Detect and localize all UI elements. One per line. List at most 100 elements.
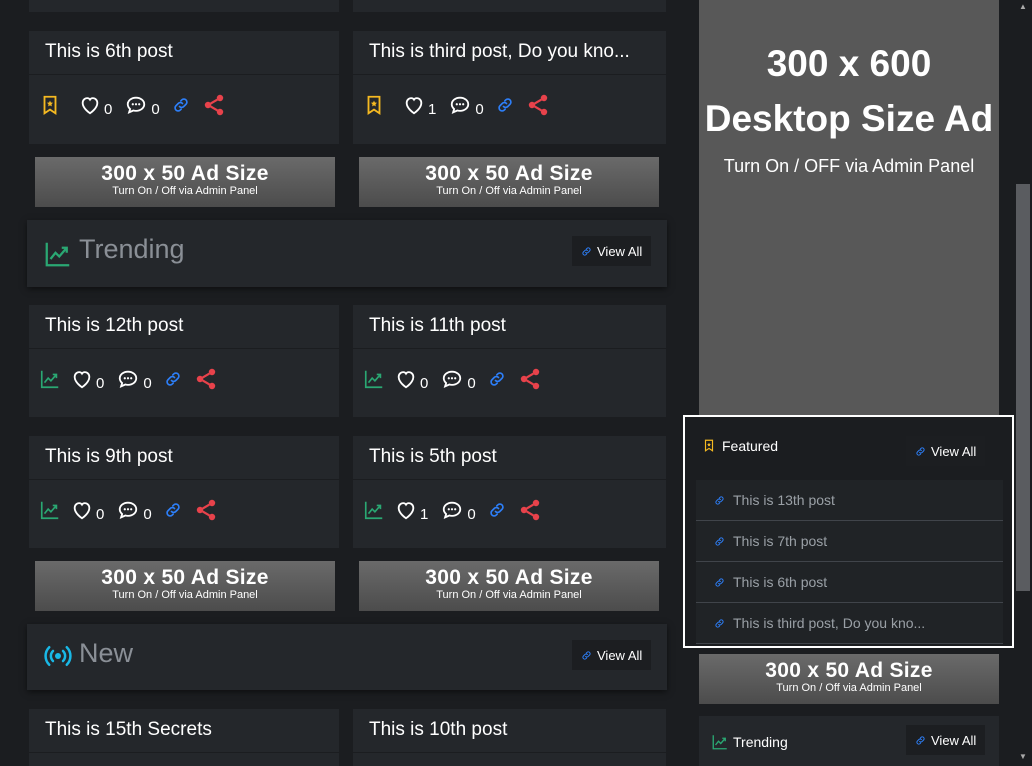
post-card[interactable]: This is third post, Do you kno... 1 0: [353, 31, 666, 144]
comment-icon: [124, 94, 148, 116]
share-button[interactable]: [194, 498, 218, 522]
post-title[interactable]: This is 15th Secrets: [45, 719, 212, 741]
sidebar-trending-title: Trending: [733, 734, 788, 750]
view-all-button[interactable]: View All: [572, 640, 652, 670]
link-icon: [714, 618, 725, 629]
ad-banner-300x50[interactable]: 300 x 50 Ad Size Turn On / Off via Admin…: [699, 654, 999, 704]
like-count: 0: [104, 101, 113, 118]
post-card[interactable]: This is 15th Secrets: [29, 709, 339, 766]
comment-button[interactable]: 0: [116, 499, 152, 523]
post-card[interactable]: This is 11th post 0 0: [353, 305, 666, 417]
heart-icon: [71, 368, 93, 390]
featured-item[interactable]: This is 13th post: [696, 480, 1003, 521]
heart-icon: [71, 499, 93, 521]
scroll-down-arrow-icon[interactable]: ▼: [1019, 752, 1027, 761]
view-all-label: View All: [931, 443, 977, 459]
featured-title: Featured: [722, 437, 779, 454]
post-title[interactable]: This is 6th post: [45, 41, 173, 63]
ad-title: 300 x 50 Ad Size: [101, 566, 269, 589]
like-button[interactable]: 1: [403, 94, 437, 118]
link-icon: [915, 446, 926, 457]
comment-button[interactable]: 0: [124, 94, 160, 118]
post-card[interactable]: This is 9th post 0 0: [29, 436, 339, 548]
bookmark-star-icon: [702, 437, 716, 454]
copy-link-button[interactable]: [496, 96, 514, 114]
share-button[interactable]: [194, 367, 218, 391]
like-button[interactable]: 0: [79, 94, 113, 118]
like-count: 1: [420, 506, 429, 523]
post-title[interactable]: This is 5th post: [369, 446, 497, 468]
share-button[interactable]: [202, 93, 226, 117]
like-count: 0: [420, 375, 429, 392]
featured-item-label: This is 6th post: [733, 574, 828, 590]
post-title[interactable]: This is third post, Do you kno...: [369, 41, 630, 63]
ad-banner-300x50[interactable]: 300 x 50 Ad Size Turn On / Off via Admin…: [35, 157, 335, 207]
trending-icon: [363, 368, 385, 390]
featured-item[interactable]: This is 7th post: [696, 521, 1003, 562]
post-title[interactable]: This is 11th post: [369, 315, 506, 337]
comment-count: 0: [143, 506, 152, 523]
post-card-stub: [29, 0, 339, 12]
scroll-up-arrow-icon[interactable]: ▲: [1019, 2, 1027, 11]
view-all-label: View All: [597, 647, 643, 663]
share-icon: [194, 367, 218, 391]
trending-icon: [363, 499, 385, 521]
featured-item[interactable]: This is 6th post: [696, 562, 1003, 603]
copy-link-button[interactable]: [164, 370, 182, 388]
comment-count: 0: [475, 101, 484, 118]
ad-banner-300x50[interactable]: 300 x 50 Ad Size Turn On / Off via Admin…: [35, 561, 335, 611]
heart-icon: [79, 94, 101, 116]
comment-count: 0: [467, 506, 476, 523]
post-card[interactable]: This is 5th post 1 0: [353, 436, 666, 548]
share-icon: [202, 93, 226, 117]
post-title[interactable]: This is 12th post: [45, 315, 183, 337]
share-button[interactable]: [526, 93, 550, 117]
post-card[interactable]: This is 12th post 0 0: [29, 305, 339, 417]
featured-item[interactable]: This is third post, Do you kno...: [696, 603, 1003, 644]
view-all-button[interactable]: View All: [572, 236, 652, 266]
comment-button[interactable]: 0: [440, 368, 476, 392]
trending-icon: [39, 368, 61, 390]
trending-section-header: Trending View All: [27, 220, 667, 287]
view-all-button[interactable]: View All: [906, 725, 986, 755]
ad-banner-300x50[interactable]: 300 x 50 Ad Size Turn On / Off via Admin…: [359, 157, 659, 207]
ad-title: 300 x 50 Ad Size: [765, 659, 933, 682]
like-button[interactable]: 0: [71, 368, 105, 392]
scroll-thumb[interactable]: [1016, 184, 1030, 591]
page-scrollbar[interactable]: ▲ ▼: [1014, 0, 1032, 766]
copy-link-button[interactable]: [172, 96, 190, 114]
post-title[interactable]: This is 10th post: [369, 719, 507, 741]
share-button[interactable]: [518, 498, 542, 522]
share-icon: [518, 367, 542, 391]
like-count: 0: [96, 375, 105, 392]
like-count: 1: [428, 101, 437, 118]
heart-icon: [395, 368, 417, 390]
ad-title: 300 x 50 Ad Size: [101, 162, 269, 185]
like-button[interactable]: 0: [395, 368, 429, 392]
post-card[interactable]: This is 6th post 0 0: [29, 31, 339, 144]
link-icon: [172, 96, 190, 114]
heart-icon: [395, 499, 417, 521]
featured-item-label: This is third post, Do you kno...: [733, 615, 926, 631]
share-icon: [526, 93, 550, 117]
post-title[interactable]: This is 9th post: [45, 446, 173, 468]
copy-link-button[interactable]: [488, 370, 506, 388]
comment-button[interactable]: 0: [448, 94, 484, 118]
share-button[interactable]: [518, 367, 542, 391]
comment-icon: [116, 368, 140, 390]
share-icon: [194, 498, 218, 522]
post-card[interactable]: This is 10th post: [353, 709, 666, 766]
view-all-button[interactable]: View All: [906, 436, 986, 466]
comment-icon: [440, 499, 464, 521]
link-icon: [488, 370, 506, 388]
like-button[interactable]: 1: [395, 499, 429, 523]
copy-link-button[interactable]: [164, 501, 182, 519]
comment-button[interactable]: 0: [440, 499, 476, 523]
comment-count: 0: [151, 101, 160, 118]
post-card-stub: [353, 0, 666, 12]
comment-button[interactable]: 0: [116, 368, 152, 392]
ad-banner-300x50[interactable]: 300 x 50 Ad Size Turn On / Off via Admin…: [359, 561, 659, 611]
copy-link-button[interactable]: [488, 501, 506, 519]
like-button[interactable]: 0: [71, 499, 104, 523]
featured-header: Featured: [702, 437, 778, 454]
